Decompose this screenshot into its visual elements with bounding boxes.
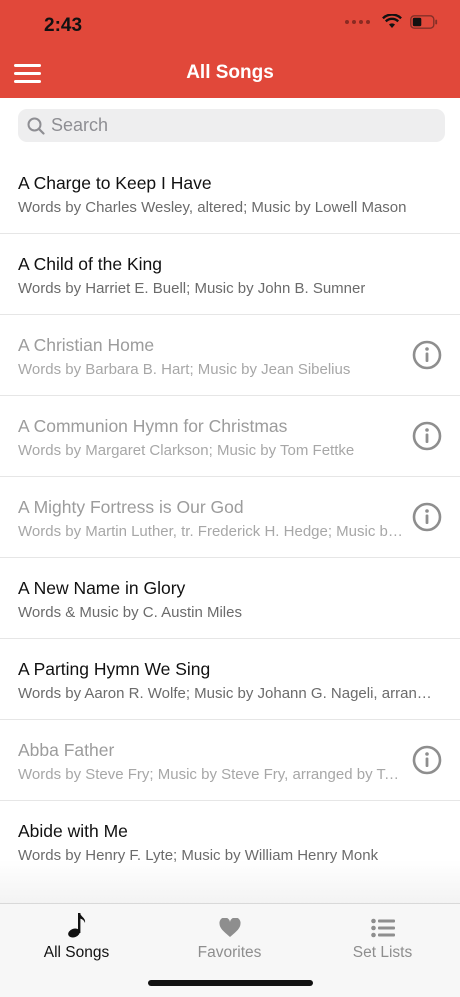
song-list: A Charge to Keep I Have Words by Charles … bbox=[0, 153, 460, 881]
song-title: A Parting Hymn We Sing bbox=[18, 659, 211, 679]
song-title: A New Name in Glory bbox=[18, 578, 186, 598]
song-row[interactable]: A Christian Home Words by Barbara B. Hart… bbox=[0, 315, 460, 396]
song-title: A Charge to Keep I Have bbox=[18, 173, 212, 193]
list-icon bbox=[306, 910, 459, 938]
song-row[interactable]: A New Name in Glory Words & Music by C. A… bbox=[0, 558, 460, 639]
tab-favorites[interactable]: Favorites bbox=[153, 910, 306, 962]
battery-icon bbox=[410, 14, 438, 29]
home-indicator bbox=[148, 980, 313, 986]
wifi-icon bbox=[382, 14, 402, 29]
music-note-icon bbox=[0, 910, 153, 938]
song-row[interactable]: A Communion Hymn for Christmas Words by M… bbox=[0, 396, 460, 477]
song-title: A Christian Home bbox=[18, 335, 155, 355]
list-fade bbox=[0, 860, 460, 904]
song-row[interactable]: Abba Father Words by Steve Fry; Music by … bbox=[0, 720, 460, 801]
search-input[interactable] bbox=[51, 115, 411, 136]
signal-icon bbox=[345, 19, 370, 24]
song-row[interactable]: A Parting Hymn We Sing Words by Aaron R. … bbox=[0, 639, 460, 720]
tab-set-lists[interactable]: Set Lists bbox=[306, 910, 459, 962]
song-credits: Words by Steve Fry; Music by Steve Fry, … bbox=[18, 766, 406, 783]
heart-icon bbox=[153, 910, 306, 938]
song-credits: Words by Martin Luther, tr. Frederick H.… bbox=[18, 523, 406, 540]
tab-label: All Songs bbox=[43, 944, 110, 961]
song-credits: Words by Charles Wesley, altered; Music … bbox=[18, 199, 407, 216]
tab-all-songs[interactable]: All Songs bbox=[0, 910, 153, 962]
song-title: Abba Father bbox=[18, 740, 115, 760]
info-icon[interactable] bbox=[412, 745, 442, 775]
page-title: All Songs bbox=[186, 62, 274, 83]
search-icon bbox=[27, 117, 45, 135]
song-row[interactable]: A Child of the King Words by Harriet E. B… bbox=[0, 234, 460, 315]
song-title: Abide with Me bbox=[18, 821, 128, 841]
song-row[interactable]: A Charge to Keep I Have Words by Charles … bbox=[0, 153, 460, 234]
song-credits: Words by Harriet E. Buell; Music by John… bbox=[18, 280, 366, 297]
tab-label: Favorites bbox=[197, 944, 262, 961]
navigation-bar: 2:43 All Songs bbox=[0, 0, 460, 98]
info-icon[interactable] bbox=[412, 340, 442, 370]
song-credits: Words by Aaron R. Wolfe; Music by Johann… bbox=[18, 685, 438, 702]
tab-label: Set Lists bbox=[352, 944, 413, 961]
status-time: 2:43 bbox=[44, 15, 83, 36]
status-icons bbox=[345, 14, 438, 29]
song-row[interactable]: A Mighty Fortress is Our God Words by Mar… bbox=[0, 477, 460, 558]
song-credits: Words by Barbara B. Hart; Music by Jean … bbox=[18, 361, 351, 378]
info-icon[interactable] bbox=[412, 502, 442, 532]
info-icon[interactable] bbox=[412, 421, 442, 451]
song-credits: Words by Margaret Clarkson; Music by Tom… bbox=[18, 442, 355, 459]
song-title: A Communion Hymn for Christmas bbox=[18, 416, 288, 436]
search-bar[interactable] bbox=[18, 109, 445, 142]
song-credits: Words & Music by C. Austin Miles bbox=[18, 604, 242, 621]
song-title: A Child of the King bbox=[18, 254, 162, 274]
song-title: A Mighty Fortress is Our God bbox=[18, 497, 244, 517]
